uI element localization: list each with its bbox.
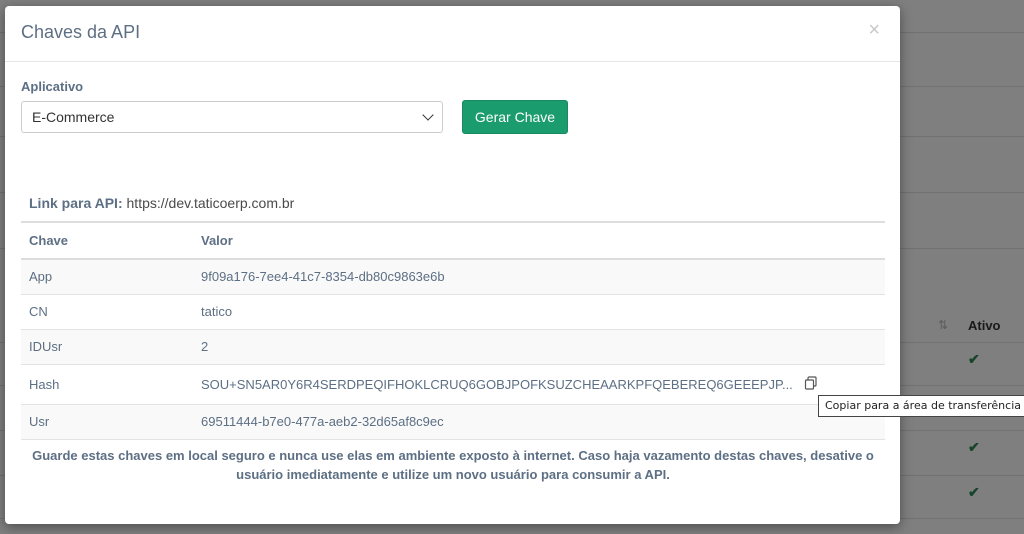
generate-key-button[interactable]: Gerar Chave [462,100,568,134]
security-warning: Guarde estas chaves em local seguro e nu… [32,448,874,482]
table-row: App 9f09a176-7ee4-41c7-8354-db80c9863e6b [21,259,885,295]
keys-table: Chave Valor App 9f09a176-7ee4-41c7-8354-… [21,221,885,440]
key-cell: CN [21,294,193,330]
application-label: Aplicativo [21,79,84,94]
value-cell: 69511444-b7e0-477a-aeb2-32d65af8c9ec [193,404,885,440]
hash-value: SOU+SN5AR0Y6R4SERDPEQIFHOKLCRUQ6GOBJPOFK… [201,376,793,392]
table-row: Usr 69511444-b7e0-477a-aeb2-32d65af8c9ec [21,404,885,440]
api-link: Link para API: https://dev.taticoerp.com… [29,195,294,211]
modal-header: Chaves da API × [5,6,900,62]
copy-tooltip: Copiar para a área de transferência [818,395,1024,417]
table-row: CN tatico [21,294,885,330]
column-header-value: Valor [193,221,885,260]
modal-title: Chaves da API [21,22,141,42]
table-header-row: Chave Valor [21,221,885,260]
value-cell: SOU+SN5AR0Y6R4SERDPEQIFHOKLCRUQ6GOBJPOFK… [193,364,885,405]
application-select[interactable]: E-Commerce [21,101,443,133]
close-icon[interactable]: × [868,19,880,42]
api-keys-modal: Chaves da API × Aplicativo E-Commerce Ge… [5,6,900,524]
api-link-label: Link para API: [29,195,123,211]
value-cell: 2 [193,329,885,365]
api-link-url[interactable]: https://dev.taticoerp.com.br [127,195,295,211]
copy-icon[interactable] [804,375,818,390]
table-row: IDUsr 2 [21,329,885,365]
value-cell: 9f09a176-7ee4-41c7-8354-db80c9863e6b [193,259,885,295]
key-cell: App [21,259,193,295]
key-cell: Usr [21,404,193,440]
chevron-down-icon [422,109,434,121]
column-header-key: Chave [21,221,193,260]
key-cell: Hash [21,364,193,405]
key-cell: IDUsr [21,329,193,365]
table-row: Hash SOU+SN5AR0Y6R4SERDPEQIFHOKLCRUQ6GOB… [21,364,885,405]
value-cell: tatico [193,294,885,330]
application-selected-value: E-Commerce [32,109,115,125]
